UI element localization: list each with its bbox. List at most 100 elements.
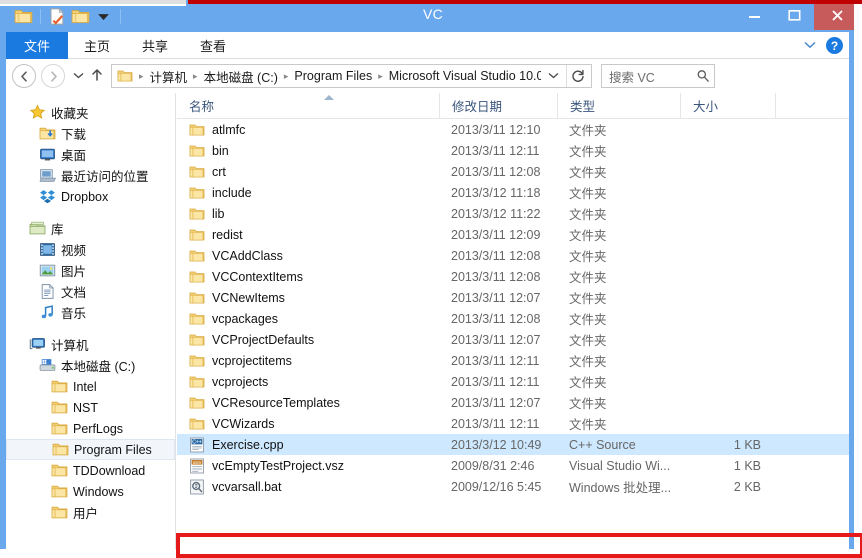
breadcrumb-item-visual-studio[interactable]: Microsoft Visual Studio 10.0: [387, 69, 541, 83]
sidebar-item-documents[interactable]: 文档: [6, 281, 175, 302]
sidebar-item-tddownload[interactable]: TDDownload: [6, 460, 175, 481]
file-date-cell: 2013/3/11 12:08: [451, 164, 541, 179]
table-row[interactable]: vcpackages 2013/3/11 12:08 文件夹: [177, 308, 849, 329]
table-row[interactable]: VCContextItems 2013/3/11 12:08 文件夹: [177, 266, 849, 287]
sidebar-item-music[interactable]: 音乐: [6, 302, 175, 323]
forward-arrow-icon[interactable]: [41, 64, 65, 88]
file-size-cell: 2 KB: [733, 479, 761, 494]
annotation-top-strip: [188, 0, 862, 4]
nav-label: Intel: [73, 379, 97, 394]
column-header-date[interactable]: 修改日期: [439, 92, 557, 119]
nav-group-computer[interactable]: 计算机: [6, 334, 175, 355]
help-icon[interactable]: ?: [826, 37, 843, 54]
nav-group-favorites[interactable]: 收藏夹: [6, 102, 175, 123]
table-row[interactable]: lib 2013/3/12 11:22 文件夹: [177, 203, 849, 224]
file-date-cell: 2013/3/11 12:11: [451, 143, 540, 158]
nav-label: Windows: [73, 484, 124, 499]
table-row[interactable]: VCProjectDefaults 2013/3/11 12:07 文件夹: [177, 329, 849, 350]
nav-label: NST: [73, 400, 98, 415]
search-input[interactable]: 搜索 VC: [601, 64, 715, 88]
file-name-label: lib: [212, 206, 225, 221]
documents-icon: [39, 283, 56, 300]
table-row[interactable]: atlmfc 2013/3/11 12:10 文件夹: [177, 119, 849, 140]
address-bar[interactable]: ▸ 计算机 ▸ 本地磁盘 (C:) ▸ Program Files ▸ Micr…: [111, 64, 592, 88]
table-row[interactable]: VCResourceTemplates 2013/3/11 12:07 文件夹: [177, 392, 849, 413]
nav-label: 最近访问的位置: [61, 170, 149, 184]
folder-icon: [51, 378, 68, 395]
chevron-down-icon[interactable]: [804, 40, 816, 52]
file-name-cell: bin: [177, 143, 439, 159]
file-name-cell: vcprojectitems: [177, 353, 439, 369]
tab-view[interactable]: 查看: [184, 32, 242, 59]
file-name-cell: vcprojects: [177, 374, 439, 390]
sidebar-item-intel[interactable]: Intel: [6, 376, 175, 397]
search-icon[interactable]: [696, 69, 710, 83]
nav-group-libraries[interactable]: 库: [6, 218, 175, 239]
folder-icon: [189, 334, 205, 345]
sidebar-item-videos[interactable]: 视频: [6, 239, 175, 260]
desktop-background: [854, 0, 862, 549]
svg-text:C++: C++: [192, 439, 202, 445]
file-list-pane: 名称 修改日期 类型 大小 atlmfc 2013/3/11 12:10 文件夹 bi…: [177, 92, 849, 549]
maximize-button[interactable]: [774, 0, 814, 30]
nav-label: 视频: [61, 244, 87, 258]
table-row[interactable]: VCAddClass 2013/3/11 12:08 文件夹: [177, 245, 849, 266]
folder-icon: [189, 292, 205, 303]
table-row[interactable]: include 2013/3/12 11:18 文件夹: [177, 182, 849, 203]
sidebar-item-desktop[interactable]: 桌面: [6, 144, 175, 165]
table-row[interactable]: VCNewItems 2013/3/11 12:07 文件夹: [177, 287, 849, 308]
nav-label: 下载: [61, 128, 87, 142]
up-arrow-icon[interactable]: [87, 68, 107, 85]
sidebar-item-nst[interactable]: NST: [6, 397, 175, 418]
navigation-pane[interactable]: 收藏夹 下载 桌面 最近访问的位置 Dropbox 库 视频 图片 文档 音乐 …: [6, 93, 176, 549]
nav-label: 库: [51, 223, 64, 237]
file-name-label: VCWizards: [212, 416, 275, 431]
ribbon-tab-bar: 文件 主页 共享 查看 ?: [6, 32, 849, 59]
table-row[interactable]: vcvarsall.bat 2009/12/16 5:45 Windows 批处理.…: [177, 476, 849, 497]
vsz-icon: asm: [190, 458, 204, 473]
breadcrumb-item-program-files[interactable]: Program Files: [292, 69, 374, 83]
table-row[interactable]: bin 2013/3/11 12:11 文件夹: [177, 140, 849, 161]
refresh-icon[interactable]: [566, 65, 589, 87]
folder-icon: [189, 145, 205, 156]
column-header-size[interactable]: 大小: [680, 92, 775, 119]
table-row[interactable]: asm vcEmptyTestProject.vsz 2009/8/31 2:46 V…: [177, 455, 849, 476]
sidebar-item-program-files[interactable]: Program Files: [6, 439, 175, 460]
sidebar-item-dropbox[interactable]: Dropbox: [6, 186, 175, 207]
tab-file[interactable]: 文件: [6, 32, 69, 59]
sidebar-item-windows[interactable]: Windows: [6, 481, 175, 502]
file-name-label: VCAddClass: [212, 248, 283, 263]
sidebar-item-perflogs[interactable]: PerfLogs: [6, 418, 175, 439]
table-row[interactable]: redist 2013/3/11 12:09 文件夹: [177, 224, 849, 245]
minimize-button[interactable]: [734, 0, 774, 30]
sidebar-item-recent-places[interactable]: 最近访问的位置: [6, 165, 175, 186]
cpp-source-icon: C++: [190, 437, 204, 452]
sidebar-item-local-disk-c[interactable]: 本地磁盘 (C:): [6, 355, 175, 376]
sidebar-item-users[interactable]: 用户: [6, 502, 175, 523]
column-header-name[interactable]: 名称: [177, 93, 439, 119]
explorer-window: VC 文件 主页 共享 查看 ? ▸ 计算机 ▸ 本地磁盘 (C:) ▸ Pro…: [0, 0, 862, 558]
column-header-type[interactable]: 类型: [557, 92, 680, 119]
breadcrumb-item-computer[interactable]: 计算机: [148, 67, 190, 86]
breadcrumb-item-local-disk[interactable]: 本地磁盘 (C:): [202, 67, 280, 86]
table-row[interactable]: VCWizards 2013/3/11 12:11 文件夹: [177, 413, 849, 434]
history-dropdown-icon[interactable]: [69, 71, 87, 82]
address-dropdown-icon[interactable]: [541, 71, 566, 82]
table-row[interactable]: C++ Exercise.cpp 2013/3/12 10:49 C++ Source…: [177, 434, 849, 455]
sidebar-item-pictures[interactable]: 图片: [6, 260, 175, 281]
folder-icon: [189, 250, 205, 261]
desktop-icon: [39, 146, 56, 163]
folder-icon: [189, 376, 205, 387]
table-row[interactable]: vcprojects 2013/3/11 12:11 文件夹: [177, 371, 849, 392]
back-arrow-icon[interactable]: [12, 64, 36, 88]
file-name-cell: VCContextItems: [177, 269, 439, 285]
folder-icon: [189, 355, 205, 366]
breadcrumb-separator: ▸: [193, 70, 198, 81]
tab-home[interactable]: 主页: [68, 32, 126, 59]
table-row[interactable]: crt 2013/3/11 12:08 文件夹: [177, 161, 849, 182]
sidebar-item-downloads[interactable]: 下载: [6, 123, 175, 144]
tab-share[interactable]: 共享: [126, 32, 184, 59]
ribbon-right-controls: ?: [804, 32, 843, 59]
table-row[interactable]: vcprojectitems 2013/3/11 12:11 文件夹: [177, 350, 849, 371]
folder-icon: [51, 504, 68, 521]
